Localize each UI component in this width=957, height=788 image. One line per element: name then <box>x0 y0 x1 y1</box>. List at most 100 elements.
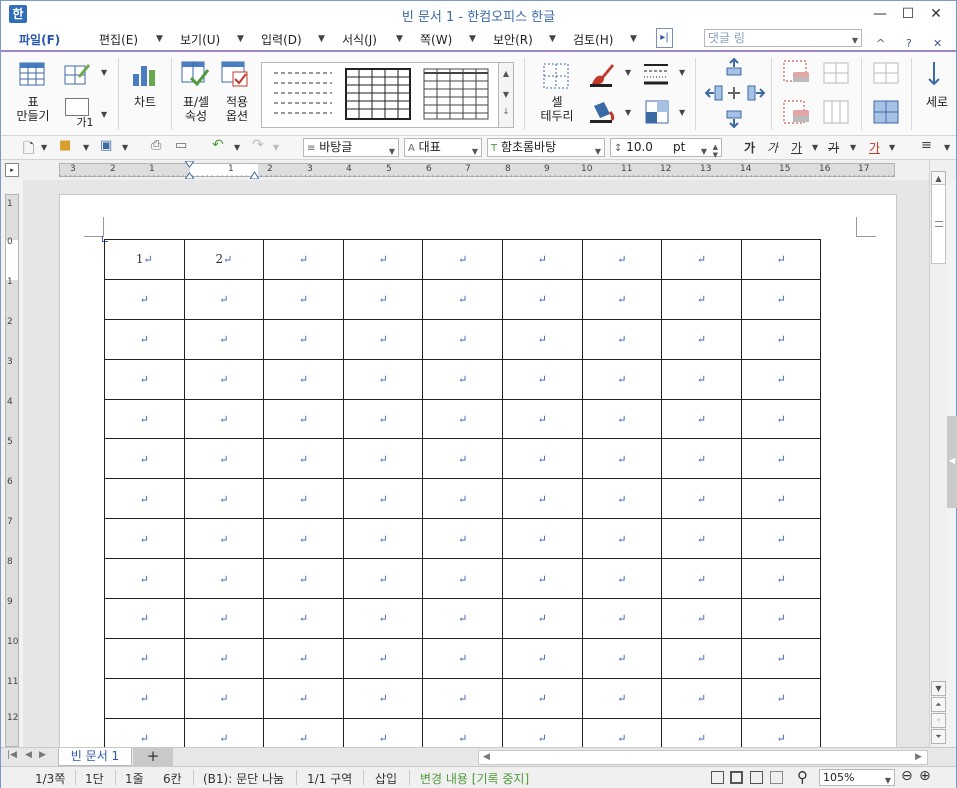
table-cell[interactable]: ↵ <box>581 518 663 560</box>
table-cell[interactable]: ↵ <box>740 598 822 639</box>
table-props-button[interactable]: 표/셀 속성 <box>175 95 217 123</box>
table-cell[interactable]: ↵ <box>661 278 742 320</box>
menu-more-button[interactable]: ▸| <box>656 28 673 48</box>
table-cell[interactable]: ↵ <box>581 438 663 480</box>
table-cell[interactable]: ↵ <box>104 598 185 639</box>
indent-marker[interactable] <box>184 160 195 180</box>
font-size-combo[interactable]: ↕ 10.0 pt ▼ ▲ ▼ <box>610 138 722 160</box>
chevron-down-icon[interactable]: ▼ <box>944 143 950 152</box>
table-cell[interactable]: 1↵ <box>104 239 185 280</box>
chevron-down-icon[interactable]: ▼ <box>41 143 47 152</box>
bold-button[interactable]: 가 <box>744 139 755 156</box>
table-cell[interactable]: ↵ <box>104 518 185 560</box>
table-cell[interactable]: ↵ <box>422 637 503 679</box>
style-combo[interactable]: ≡ 바탕글 ▼ <box>303 138 399 157</box>
chevron-down-icon[interactable]: ▼ <box>472 143 478 160</box>
table-cell[interactable]: ↵ <box>342 558 424 600</box>
menu-insert[interactable]: 입력(D) <box>261 31 302 48</box>
brush-icon[interactable] <box>588 60 616 88</box>
table-cell[interactable]: ↵ <box>263 278 344 320</box>
table-cell[interactable]: ↵ <box>422 278 503 320</box>
table-cell[interactable]: ↵ <box>581 478 663 520</box>
table-cell[interactable]: ↵ <box>342 438 424 480</box>
chevron-down-icon[interactable]: ▼ <box>499 90 513 99</box>
table-cell[interactable]: ↵ <box>263 358 344 400</box>
table-cell[interactable]: ↵ <box>263 598 344 639</box>
menu-view[interactable]: 보기(U) <box>180 31 220 48</box>
table-cell[interactable]: ↵ <box>661 637 742 679</box>
table-cell[interactable]: ↵ <box>661 239 742 280</box>
table-cell[interactable]: ↵ <box>661 438 742 480</box>
chevron-down-icon[interactable]: ▼ <box>469 34 476 44</box>
chevron-left-icon[interactable]: ◀ <box>949 456 955 465</box>
menu-file[interactable]: 파일(F) <box>19 31 60 48</box>
view-normal-icon[interactable] <box>711 771 724 784</box>
chevron-down-icon[interactable]: ▼ <box>101 110 107 119</box>
table-cell[interactable]: ↵ <box>581 278 663 320</box>
table-cell[interactable]: ↵ <box>422 239 503 280</box>
table-cell[interactable]: ↵ <box>263 558 344 600</box>
table-cell[interactable]: ↵ <box>263 518 344 560</box>
status-page[interactable]: 1/3쪽 <box>35 770 65 787</box>
print-icon[interactable]: ⎙ <box>151 138 161 153</box>
italic-button[interactable]: 가 <box>767 139 778 156</box>
status-track-changes[interactable]: 변경 내용 [기록 중지] <box>420 770 529 787</box>
lang-combo[interactable]: A 대표 ▼ <box>404 138 482 157</box>
table-check-icon[interactable] <box>181 60 210 88</box>
strike-button[interactable]: 가 <box>828 139 839 156</box>
table-cell[interactable]: ↵ <box>183 677 265 719</box>
page[interactable]: 1↵ 2↵ ↵ ↵ ↵ ↵ ↵ ↵ ↵ ↵ ↵ ↵ ↵ ↵ ↵ ↵ ↵ ↵ ↵ ↵ ↵ ↵ ↵ ↵ ↵ ↵ ↵ ↵ ↵ ↵ ↵ ↵ ↵ ↵ ↵ ↵ ↵ ↵… <box>59 194 897 759</box>
table-cell[interactable]: ↵ <box>501 637 583 679</box>
insert-row-below-icon[interactable] <box>725 110 743 129</box>
cell-height-icon[interactable] <box>873 100 899 124</box>
table-cell[interactable]: ↵ <box>342 478 424 520</box>
cell-fill-icon[interactable] <box>645 100 669 124</box>
table-cell[interactable]: ↵ <box>104 558 185 600</box>
underline-button[interactable]: 가 <box>791 139 802 156</box>
table-cell[interactable]: ↵ <box>422 398 503 440</box>
table-cell[interactable]: ↵ <box>740 438 822 480</box>
table-cell[interactable]: ↵ <box>501 239 583 280</box>
vertical-ruler[interactable]: 1 0 1 2 3 4 5 6 7 8 9 10 11 12 <box>5 194 19 747</box>
table-cell[interactable]: ↵ <box>422 558 503 600</box>
table-cell[interactable]: ↵ <box>104 398 185 440</box>
menu-page[interactable]: 쪽(W) <box>420 31 452 48</box>
chevron-down-icon[interactable]: ▼ <box>889 143 895 152</box>
side-panel-handle[interactable]: ◀ <box>947 416 957 508</box>
cell-border-icon[interactable] <box>542 62 570 90</box>
table-cell[interactable]: ↵ <box>501 278 583 320</box>
table-cell[interactable]: ↵ <box>740 318 822 360</box>
table-cell[interactable]: ↵ <box>501 318 583 360</box>
line-style-icon[interactable] <box>642 60 670 88</box>
view-outline-icon[interactable] <box>750 771 763 784</box>
help-button[interactable]: ? <box>906 37 912 50</box>
chevron-down-icon[interactable]: ▼ <box>273 143 279 152</box>
minimize-button[interactable]: — <box>867 3 893 25</box>
save-icon[interactable]: ▣ <box>100 138 112 153</box>
table-cell[interactable]: ↵ <box>581 398 663 440</box>
chevron-down-icon[interactable]: ▼ <box>234 143 240 152</box>
table-apply-icon[interactable] <box>221 60 249 88</box>
table-cell[interactable]: ↵ <box>661 478 742 520</box>
table-cell[interactable]: ↵ <box>183 478 265 520</box>
chevron-down-icon[interactable]: ▼ <box>701 143 707 160</box>
table-cell[interactable]: ↵ <box>263 398 344 440</box>
prev-page-button[interactable]: ⏶ <box>931 697 946 712</box>
table-cell[interactable]: ↵ <box>263 318 344 360</box>
tab-document-1[interactable]: 빈 문서 1 <box>58 748 132 766</box>
chevron-down-icon[interactable]: ▼ <box>852 33 858 49</box>
table-cell[interactable]: ↵ <box>104 358 185 400</box>
next-tab-icon[interactable]: ▶ <box>39 750 46 760</box>
table-cell[interactable]: ↵ <box>740 558 822 600</box>
table-cell[interactable]: ↵ <box>501 358 583 400</box>
chevron-down-icon[interactable]: ▼ <box>389 143 395 160</box>
menu-review[interactable]: 검토(H) <box>573 31 613 48</box>
table-cell[interactable]: ↵ <box>422 318 503 360</box>
menu-security[interactable]: 보안(R) <box>493 31 533 48</box>
table-cell[interactable]: ↵ <box>581 677 663 719</box>
table-cell[interactable]: ↵ <box>740 637 822 679</box>
first-tab-icon[interactable]: |◀ <box>7 750 17 760</box>
zoom-combo[interactable]: 105% ▼ <box>819 769 895 786</box>
table-make-button[interactable]: 표 만들기 <box>13 95 53 123</box>
apply-options-button[interactable]: 적용 옵션 <box>217 95 257 123</box>
